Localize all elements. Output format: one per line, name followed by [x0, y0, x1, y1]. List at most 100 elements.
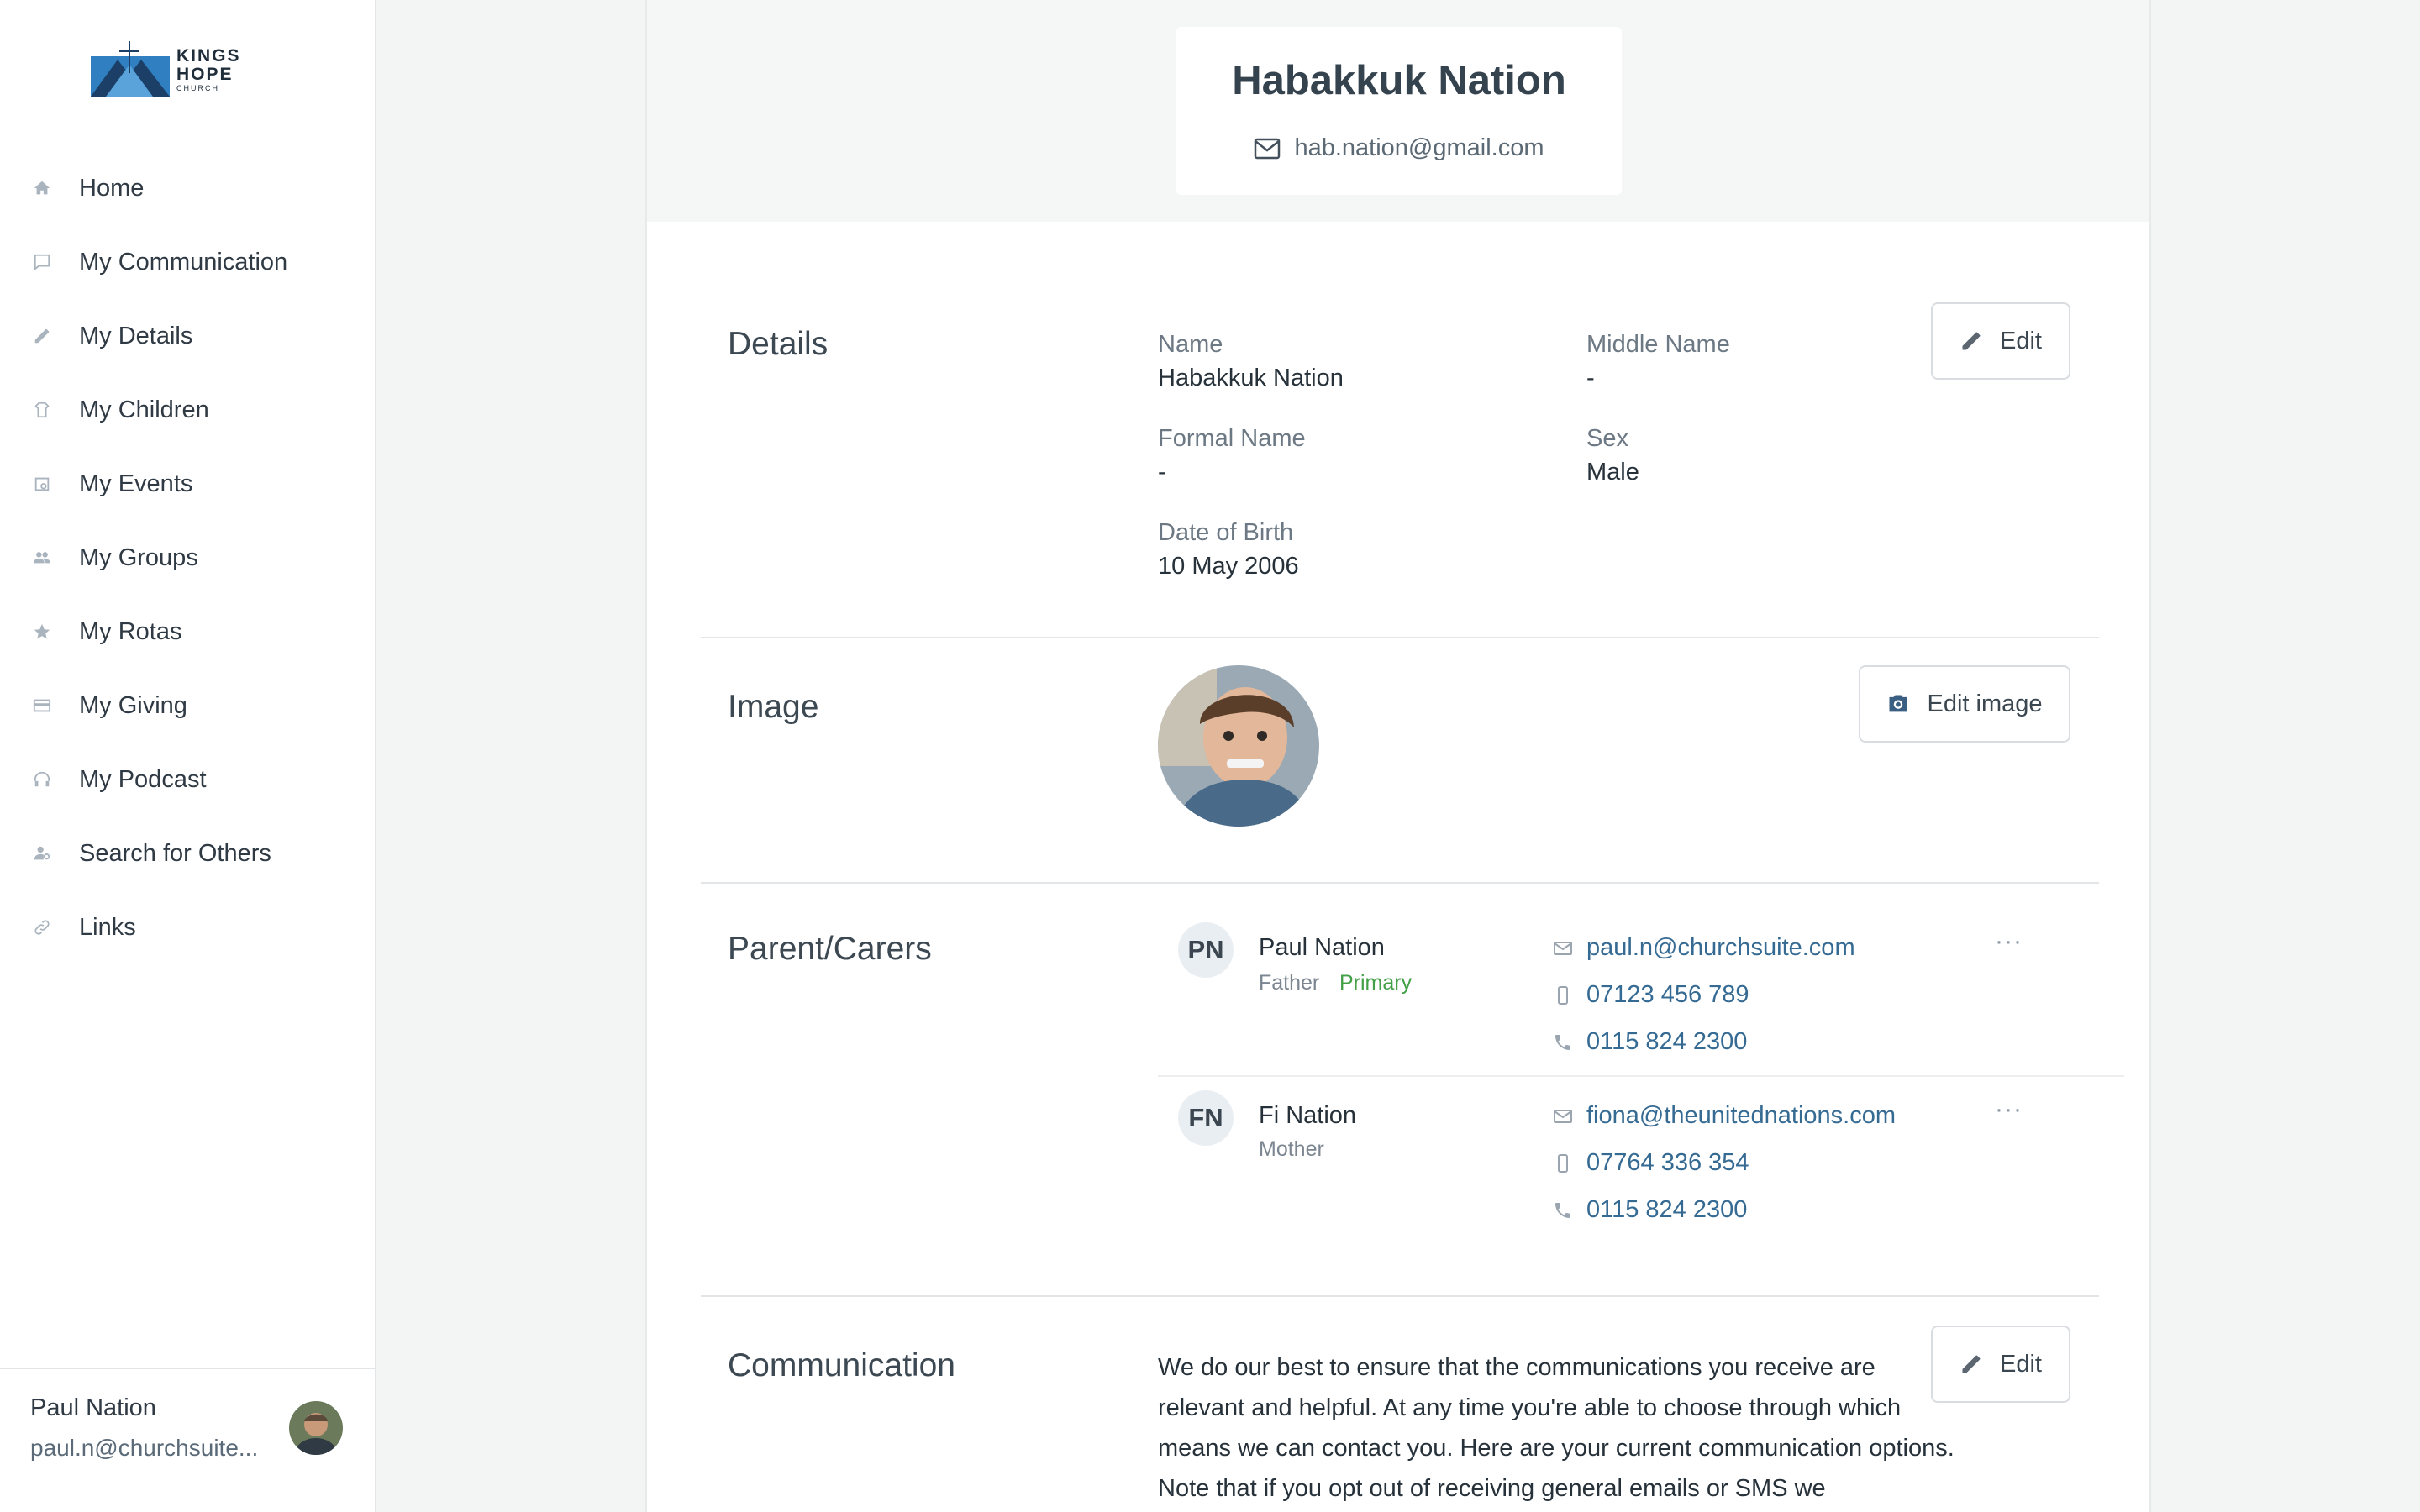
- star-icon: [30, 620, 54, 643]
- chat-icon: [30, 250, 54, 274]
- envelope-icon: [1554, 941, 1572, 955]
- current-user-email: paul.n@churchsuite...: [30, 1435, 259, 1461]
- card-icon: [30, 694, 54, 717]
- sidebar-item-groups[interactable]: My Groups: [0, 521, 375, 595]
- home-icon: [30, 176, 54, 200]
- sidebar-item-label: Home: [79, 174, 145, 202]
- details-section: Details Name Habakkuk Nation Middle Name…: [701, 277, 2099, 638]
- primary-badge: Primary: [1339, 971, 1413, 995]
- sex-value: Male: [1586, 459, 1639, 486]
- details-title: Details: [728, 326, 829, 362]
- brand-name: KINGS HOPE: [176, 46, 241, 84]
- name-value: Habakkuk Nation: [1158, 365, 1344, 391]
- sidebar-item-label: My Groups: [79, 543, 198, 571]
- current-user-name: Paul Nation: [30, 1394, 156, 1421]
- mobile-icon: [1558, 985, 1568, 1005]
- parent-name[interactable]: Paul Nation: [1259, 934, 1385, 962]
- sidebar-item-events[interactable]: My Events: [0, 447, 375, 521]
- communication-title: Communication: [728, 1347, 955, 1383]
- child-icon: [30, 398, 54, 422]
- pencil-icon: [30, 324, 54, 348]
- avatar: FN: [1178, 1090, 1234, 1146]
- sidebar-item-search-others[interactable]: Search for Others: [0, 816, 375, 890]
- parent-mobile-text: 07764 336 354: [1586, 1149, 1749, 1176]
- sex-label: Sex: [1586, 425, 1628, 452]
- pencil-icon: [1962, 1355, 1981, 1373]
- parent-mobile[interactable]: 07764 336 354: [1553, 1149, 1749, 1177]
- church-logo-mark-icon: [91, 41, 170, 97]
- image-section: Image Edit image: [701, 638, 2099, 882]
- headphones-icon: [30, 768, 54, 791]
- church-logo[interactable]: KINGS HOPE CHURCH: [89, 39, 291, 101]
- sidebar-item-label: My Podcast: [79, 765, 207, 793]
- parent-relation: Mother: [1259, 1137, 1324, 1161]
- calendar-icon: [30, 472, 54, 496]
- brand-sub: CHURCH: [176, 84, 219, 92]
- sidebar-item-giving[interactable]: My Giving: [0, 669, 375, 743]
- main-panel: Habakkuk Nation hab.nation@gmail.com Det…: [645, 0, 2151, 1512]
- sidebar-nav: Home My Communication My Details My Chil…: [0, 151, 375, 964]
- avatar[interactable]: [289, 1401, 343, 1455]
- profile-card: Habakkuk Nation hab.nation@gmail.com: [1176, 27, 1622, 195]
- edit-image-button[interactable]: Edit image: [1859, 665, 2070, 743]
- avatar: PN: [1178, 922, 1234, 978]
- parent-mobile-text: 07123 456 789: [1586, 981, 1749, 1008]
- more-options-button[interactable]: ···: [1995, 1095, 2023, 1124]
- sidebar-item-label: My Children: [79, 396, 209, 423]
- dob-label: Date of Birth: [1158, 519, 1294, 546]
- parent-phone[interactable]: 0115 824 2300: [1553, 1028, 1747, 1056]
- formal-name-label: Formal Name: [1158, 425, 1306, 452]
- sidebar-item-links[interactable]: Links: [0, 890, 375, 964]
- parent-carers-title: Parent/Carers: [728, 931, 932, 967]
- parent-name[interactable]: Fi Nation: [1259, 1102, 1356, 1130]
- sidebar-item-label: My Giving: [79, 691, 187, 719]
- edit-communication-label: Edit: [2000, 1350, 2042, 1378]
- sidebar-item-label: Links: [79, 913, 136, 941]
- parent-email[interactable]: paul.n@churchsuite.com: [1553, 934, 1855, 962]
- pencil-icon: [1962, 332, 1981, 350]
- link-icon: [30, 916, 54, 939]
- sidebar-item-home[interactable]: Home: [0, 151, 375, 225]
- edit-details-label: Edit: [2000, 327, 2042, 354]
- parent-phone-text: 0115 824 2300: [1586, 1028, 1748, 1055]
- parent-email-text: fiona@theunitednations.com: [1586, 1102, 1897, 1129]
- parent-carers-section: Parent/Carers PN Paul Nation Father Prim…: [701, 884, 2124, 1297]
- name-label: Name: [1158, 331, 1223, 358]
- middle-name-label: Middle Name: [1586, 331, 1730, 358]
- profile-email-text: hab.nation@gmail.com: [1294, 134, 1544, 161]
- sidebar-item-label: My Rotas: [79, 617, 182, 645]
- parent-mobile[interactable]: 07123 456 789: [1553, 981, 1749, 1009]
- parent-email[interactable]: fiona@theunitednations.com: [1553, 1102, 1896, 1130]
- envelope-icon: [1255, 138, 1281, 159]
- phone-icon: [1555, 1202, 1570, 1218]
- profile-email[interactable]: hab.nation@gmail.com: [1176, 134, 1622, 162]
- sidebar-item-label: My Details: [79, 322, 193, 349]
- edit-details-button[interactable]: Edit: [1931, 302, 2070, 380]
- envelope-icon: [1554, 1109, 1572, 1123]
- sidebar-item-children[interactable]: My Children: [0, 373, 375, 447]
- profile-photo: [1158, 665, 1319, 827]
- sidebar: KINGS HOPE CHURCH Home My Communication …: [0, 0, 376, 1512]
- middle-name-value: -: [1586, 365, 1595, 391]
- communication-section: Communication We do our best to ensure t…: [701, 1297, 2099, 1512]
- communication-text: We do our best to ensure that the commun…: [1158, 1354, 1954, 1502]
- sidebar-item-label: Search for Others: [79, 839, 271, 867]
- sidebar-item-details[interactable]: My Details: [0, 299, 375, 373]
- profile-header: Habakkuk Nation hab.nation@gmail.com: [647, 0, 2149, 222]
- current-user[interactable]: Paul Nation paul.n@churchsuite...: [0, 1368, 375, 1512]
- sidebar-item-rotas[interactable]: My Rotas: [0, 595, 375, 669]
- edit-image-label: Edit image: [1927, 690, 2043, 717]
- edit-communication-button[interactable]: Edit: [1931, 1326, 2070, 1403]
- formal-name-value: -: [1158, 459, 1166, 486]
- sidebar-item-label: My Events: [79, 470, 193, 497]
- parent-phone-text: 0115 824 2300: [1586, 1196, 1748, 1223]
- sidebar-item-podcast[interactable]: My Podcast: [0, 743, 375, 816]
- sidebar-item-communication[interactable]: My Communication: [0, 225, 375, 299]
- person-search-icon: [30, 842, 54, 865]
- parent-relation: Father: [1259, 971, 1320, 995]
- parent-phone[interactable]: 0115 824 2300: [1553, 1196, 1747, 1224]
- more-options-button[interactable]: ···: [1995, 927, 2023, 956]
- camera-icon: [1889, 695, 1907, 712]
- profile-name: Habakkuk Nation: [1232, 58, 1566, 103]
- dob-value: 10 May 2006: [1158, 553, 1299, 580]
